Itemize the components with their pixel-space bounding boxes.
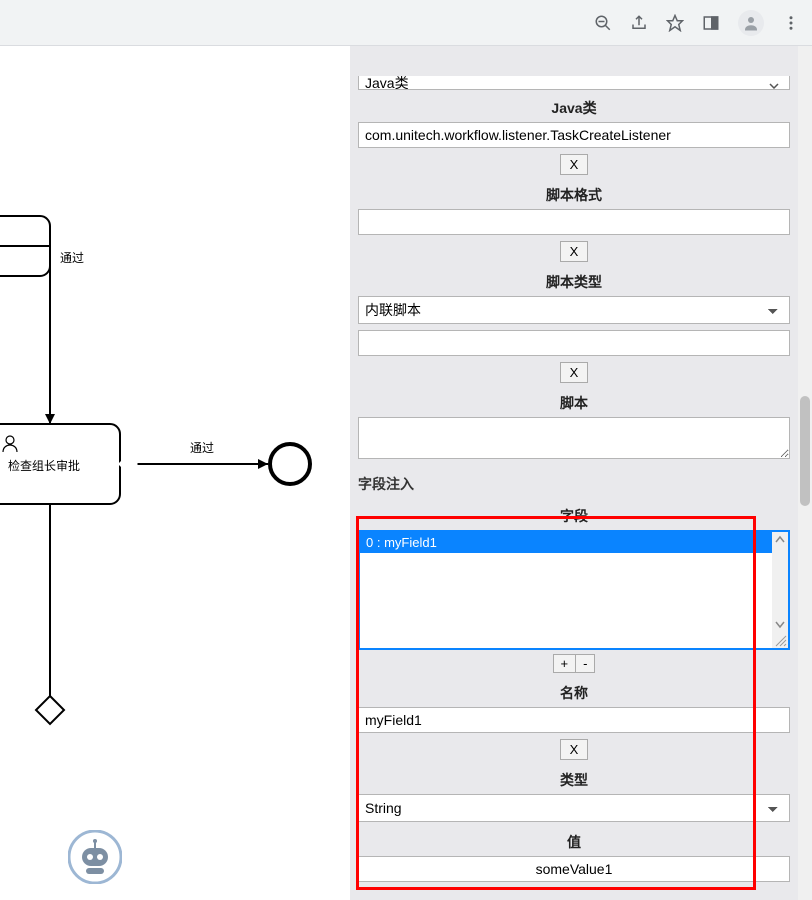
listener-type-value: Java类 xyxy=(365,76,409,90)
field-add-button[interactable]: + xyxy=(553,654,577,673)
task-label: 检查组长审批 xyxy=(8,458,80,473)
name-label: 名称 xyxy=(358,683,790,703)
field-list-item-selected[interactable]: 0 : myField1 xyxy=(360,532,788,553)
script-format-label: 脚本格式 xyxy=(358,185,790,205)
assistant-avatar-icon[interactable] xyxy=(68,830,122,884)
edge-label-2: 通过 xyxy=(190,441,214,455)
zoom-out-icon[interactable] xyxy=(594,14,612,32)
panel-vertical-scrollbar[interactable] xyxy=(798,46,812,900)
script-type-input[interactable] xyxy=(358,330,790,356)
resize-handle-icon[interactable] xyxy=(773,633,787,647)
value-input[interactable] xyxy=(358,856,790,882)
edge-label: 通过 xyxy=(60,251,84,265)
script-type-label: 脚本类型 xyxy=(358,272,790,292)
viewport: 通过 检查组长审批 通过 xyxy=(0,0,812,900)
menu-dots-icon[interactable] xyxy=(782,14,800,32)
field-label: 字段 xyxy=(358,506,790,526)
properties-panel: Java类 Java类 X 脚本格式 X 脚本类型 xyxy=(350,46,812,900)
field-remove-button[interactable]: - xyxy=(576,654,595,673)
java-class-clear-button[interactable]: X xyxy=(560,154,589,175)
script-format-clear-button[interactable]: X xyxy=(560,241,589,262)
name-clear-button[interactable]: X xyxy=(560,739,589,760)
star-icon[interactable] xyxy=(666,14,684,32)
type-select[interactable]: String xyxy=(358,794,790,822)
panel-scroll[interactable]: Java类 Java类 X 脚本格式 X 脚本类型 xyxy=(350,46,798,900)
java-class-input[interactable] xyxy=(358,122,790,148)
content-split: 通过 检查组长审批 通过 xyxy=(0,46,812,900)
script-format-input[interactable] xyxy=(358,209,790,235)
field-list[interactable]: 0 : myField1 xyxy=(358,530,790,650)
name-input[interactable] xyxy=(358,707,790,733)
bpmn-diagram[interactable]: 通过 检查组长审批 通过 xyxy=(0,46,350,900)
window-tab-icon[interactable] xyxy=(702,14,720,32)
avatar-icon[interactable] xyxy=(738,10,764,36)
java-class-label: Java类 xyxy=(358,98,790,118)
type-label: 类型 xyxy=(358,770,790,790)
share-icon[interactable] xyxy=(630,14,648,32)
field-list-scrollbar[interactable] xyxy=(772,532,788,648)
browser-toolbar xyxy=(0,0,812,46)
listener-type-select-clipped[interactable]: Java类 xyxy=(358,76,790,90)
script-label: 脚本 xyxy=(358,393,790,413)
scrollbar-thumb[interactable] xyxy=(800,396,810,506)
script-type-clear-button[interactable]: X xyxy=(560,362,589,383)
field-inject-title: 字段注入 xyxy=(350,464,798,498)
script-type-select[interactable]: 内联脚本 xyxy=(358,296,790,324)
script-textarea[interactable] xyxy=(358,417,790,459)
value-label: 值 xyxy=(358,832,790,852)
